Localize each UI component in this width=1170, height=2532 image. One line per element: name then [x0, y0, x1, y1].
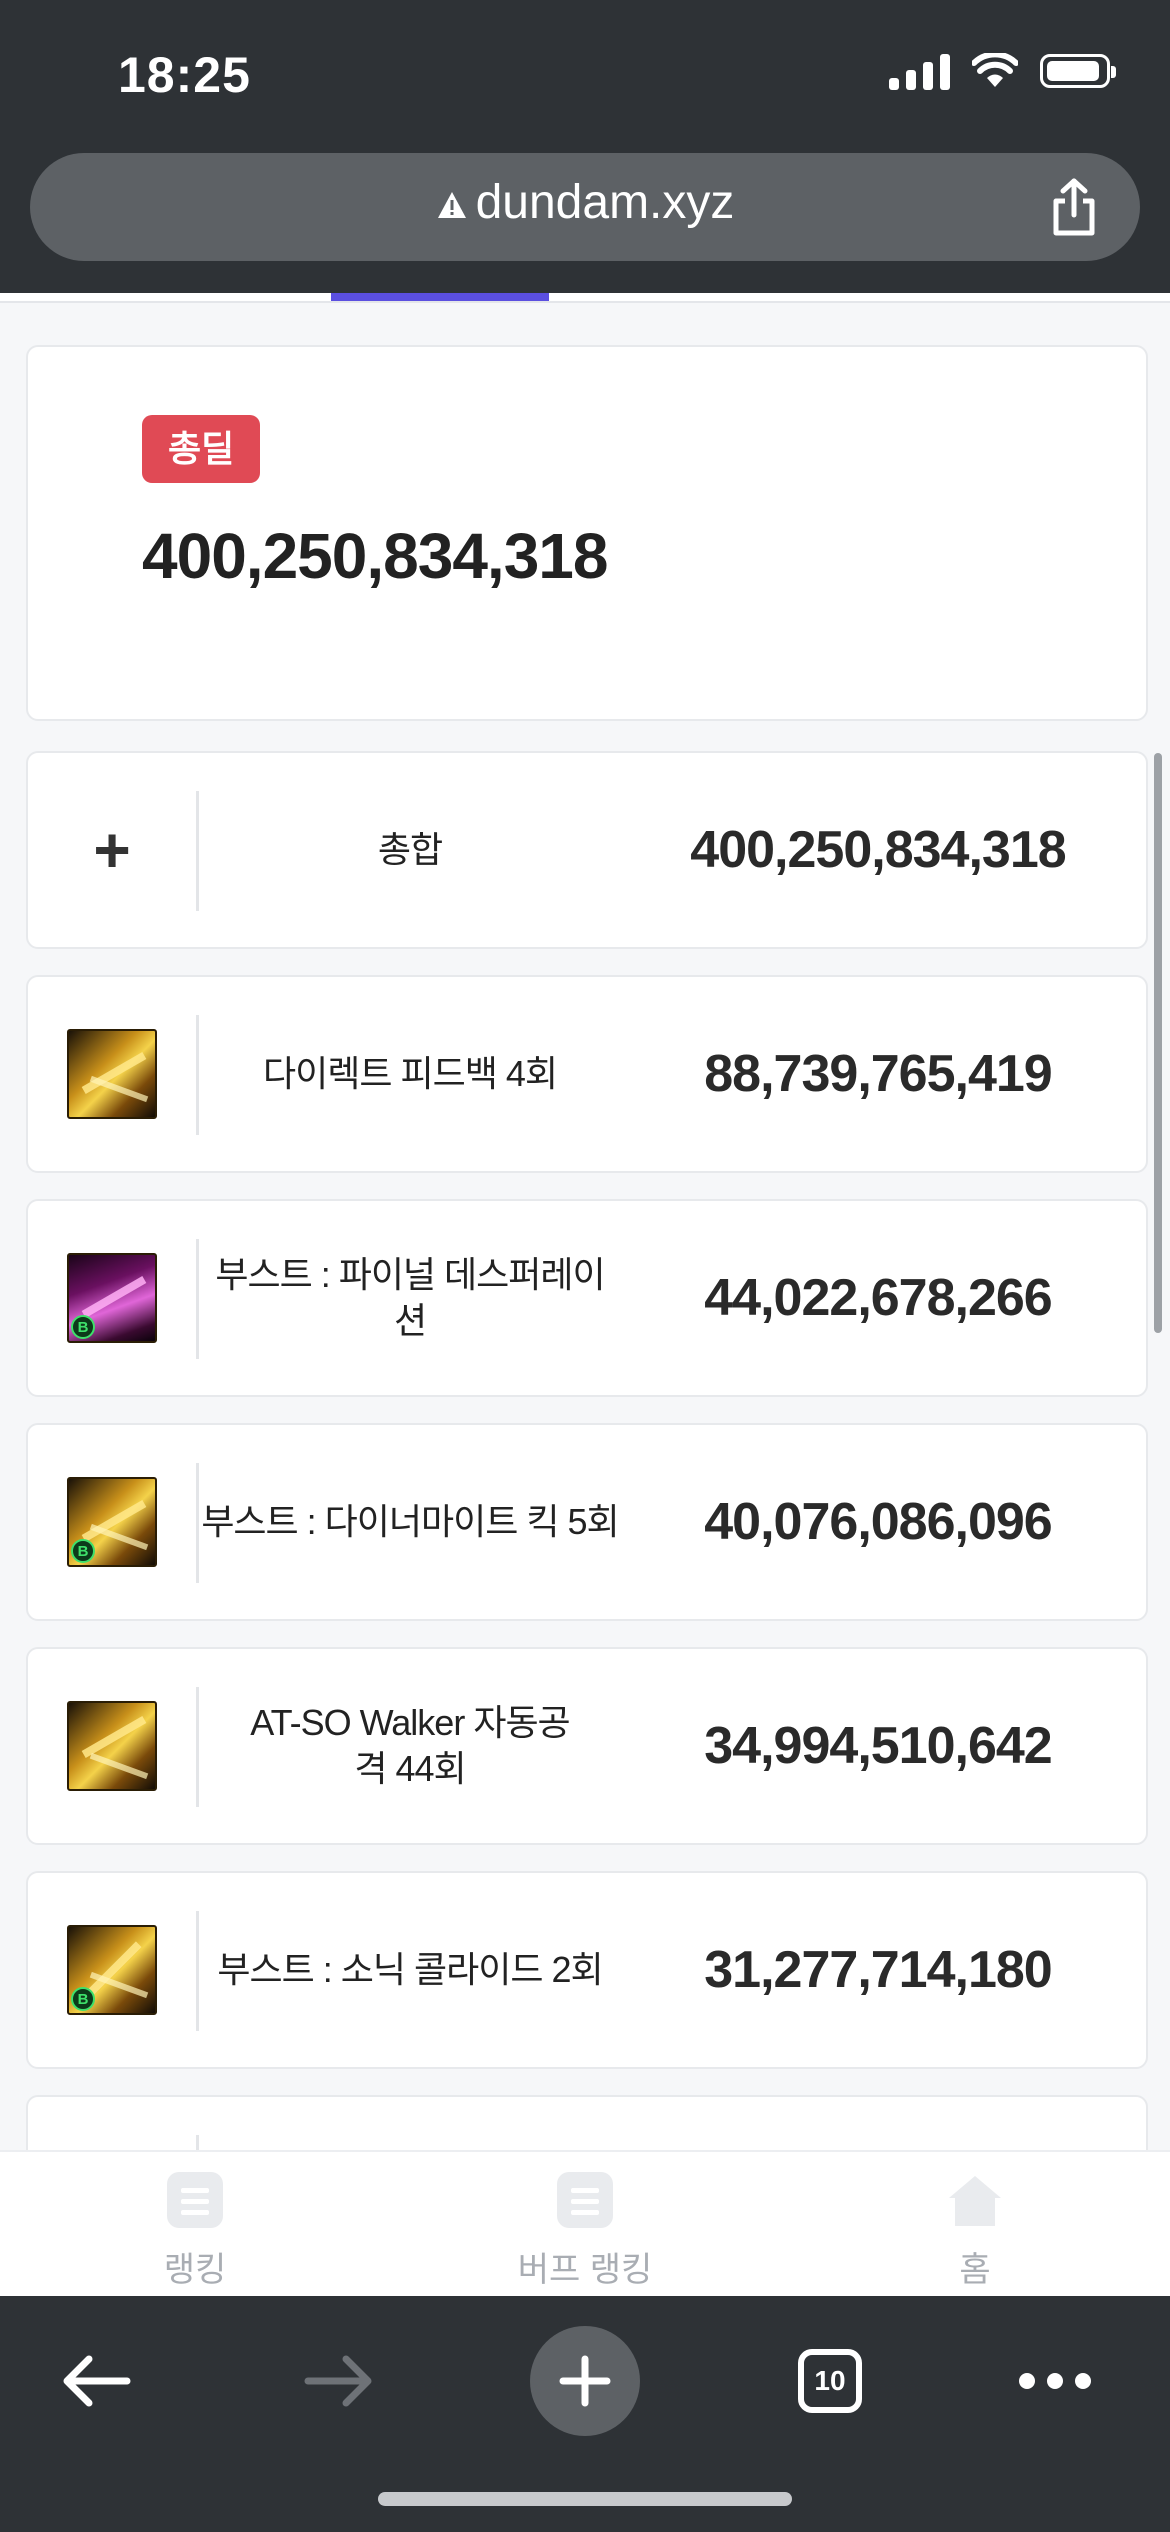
skill-row[interactable]: AT-SO Walker 자동공격 44회 34,994,510,642	[26, 1647, 1148, 1845]
nav-home-label: 홈	[959, 2251, 991, 2289]
skill-damage: 44,022,678,266	[704, 1269, 1052, 1327]
at-so-walker-skill-icon	[67, 1701, 157, 1791]
skill-damage: 40,076,086,096	[704, 1493, 1052, 1551]
not-secure-warning-icon	[437, 192, 466, 219]
skill-name: 부스트 : 파이널 데스퍼레이션	[215, 1254, 605, 1341]
active-tab-indicator	[331, 293, 549, 301]
nav-buff-ranking-label: 버프 랭킹	[517, 2251, 653, 2289]
more-menu-button[interactable]	[1000, 2326, 1110, 2436]
skill-damage: 34,994,510,642	[704, 1717, 1052, 1775]
direct-feedback-skill-icon	[67, 1029, 157, 1119]
summary-row-name: 총합	[377, 829, 443, 870]
skill-row[interactable]: B 부스트 : 파이널 데스퍼레이션 44,022,678,266	[26, 1199, 1148, 1397]
nav-ranking[interactable]: 랭킹	[95, 2172, 295, 2291]
arrow-right-icon	[304, 2355, 372, 2407]
list-icon	[167, 2172, 223, 2228]
browser-top-chrome: 18:25 dundam.xyz	[0, 0, 1170, 293]
tab-count: 10	[798, 2349, 862, 2413]
dynamite-kick-skill-icon: B	[67, 1477, 157, 1567]
list-icon	[557, 2172, 613, 2228]
skill-row[interactable]: 다이렉트 피드백 4회 88,739,765,419	[26, 975, 1148, 1173]
arrow-left-icon	[63, 2355, 131, 2407]
url-domain: dundam.xyz	[475, 176, 735, 229]
battery-icon	[1040, 54, 1116, 88]
sonic-collide-skill-icon: B	[67, 1925, 157, 2015]
new-tab-button[interactable]	[530, 2326, 640, 2436]
row-divider	[196, 791, 199, 911]
tab-strip	[0, 293, 1170, 303]
more-dots-icon	[1019, 2373, 1091, 2389]
skill-damage: 31,277,714,180	[704, 1941, 1052, 1999]
skill-row[interactable]: B 부스트 : 다이너마이트 킥 5회 40,076,086,096	[26, 1423, 1148, 1621]
skill-row[interactable]: B 부스트 : 소닉 콜라이드 2회 31,277,714,180	[26, 1871, 1148, 2069]
final-desperation-skill-icon: B	[67, 1253, 157, 1343]
tabs-button[interactable]: 10	[775, 2326, 885, 2436]
back-button[interactable]	[40, 2326, 150, 2436]
boost-badge-icon: B	[71, 1315, 95, 1339]
wifi-icon	[972, 53, 1018, 87]
skill-name: 다이렉트 피드백 4회	[263, 1053, 558, 1094]
skill-row-partial[interactable]	[26, 2095, 1148, 2150]
plus-icon	[559, 2355, 611, 2407]
scrollbar[interactable]	[1154, 753, 1162, 1333]
skill-name: 부스트 : 소닉 콜라이드 2회	[217, 1949, 603, 1990]
home-indicator[interactable]	[378, 2492, 792, 2506]
cellular-signal-icon	[889, 52, 950, 90]
skill-damage: 88,739,765,419	[704, 1045, 1052, 1103]
summary-row[interactable]: + 총합 400,250,834,318	[26, 751, 1148, 949]
nav-buff-ranking[interactable]: 버프 랭킹	[485, 2172, 685, 2291]
share-icon[interactable]	[1046, 177, 1102, 237]
total-damage-card: 총딜 400,250,834,318	[26, 345, 1148, 721]
skill-name: AT-SO Walker 자동공격 44회	[250, 1702, 570, 1789]
url-display[interactable]: dundam.xyz	[30, 175, 1140, 230]
status-icons	[889, 52, 1116, 90]
address-bar[interactable]: dundam.xyz	[30, 153, 1140, 261]
plus-icon[interactable]: +	[93, 818, 130, 882]
forward-button[interactable]	[285, 2326, 395, 2436]
page-bottom-nav: 랭킹 버프 랭킹 홈	[0, 2150, 1170, 2298]
total-damage-badge: 총딜	[142, 415, 261, 483]
home-icon	[949, 2176, 1001, 2226]
total-damage-value: 400,250,834,318	[142, 520, 608, 592]
expand-cell[interactable]: +	[28, 753, 196, 947]
page-content[interactable]: 총딜 400,250,834,318 + 총합 400,250,834,318 …	[0, 293, 1170, 2150]
boost-badge-icon: B	[71, 1539, 95, 1563]
status-time: 18:25	[118, 47, 251, 103]
skill-name: 부스트 : 다이너마이트 킥 5회	[201, 1501, 619, 1542]
summary-row-value: 400,250,834,318	[690, 821, 1066, 879]
nav-ranking-label: 랭킹	[163, 2251, 227, 2289]
boost-badge-icon: B	[71, 1987, 95, 2011]
nav-home[interactable]: 홈	[875, 2172, 1075, 2291]
